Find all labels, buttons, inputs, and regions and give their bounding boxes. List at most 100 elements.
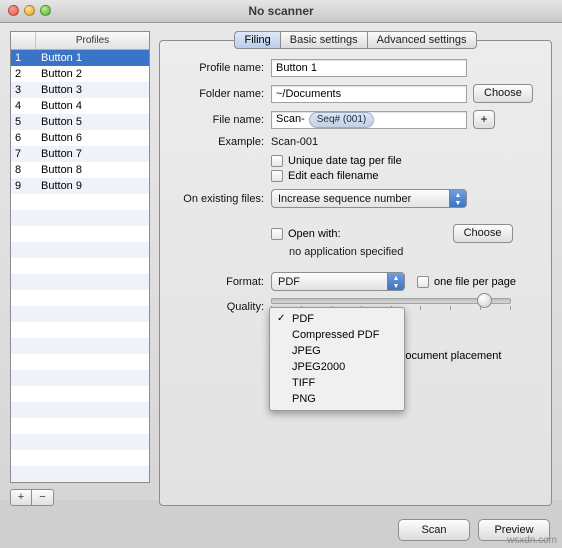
profile-name: Button 9	[41, 180, 82, 192]
profile-name-input[interactable]: Button 1	[271, 59, 467, 77]
remove-profile-button[interactable]: −	[32, 489, 54, 506]
menu-item-label: TIFF	[292, 377, 316, 389]
menu-item-png[interactable]: PNG	[270, 391, 404, 407]
tab-filing[interactable]: Filing	[234, 31, 280, 49]
menu-item-jpeg2000[interactable]: JPEG2000	[270, 359, 404, 375]
scan-button[interactable]: Scan	[398, 519, 470, 541]
open-with-checkbox[interactable]	[271, 227, 283, 240]
profiles-list[interactable]: Profiles 1 Button 1 2 Button 2 3 Button …	[10, 31, 150, 483]
scanner-window: No scanner Profiles 1 Button 1 2 Button …	[0, 0, 562, 546]
list-item[interactable]: 3 Button 3	[11, 82, 149, 98]
profile-name-row: Profile name: Button 1	[160, 59, 551, 77]
profile-name: Button 4	[41, 100, 82, 112]
one-file-per-page-checkbox[interactable]	[417, 275, 429, 288]
chevron-updown-icon: ▲ ▼	[449, 190, 466, 207]
profiles-list-buttons: + −	[10, 489, 150, 506]
list-item-empty	[11, 194, 149, 210]
list-item[interactable]: 7 Button 7	[11, 146, 149, 162]
check-icon: ✓	[277, 313, 286, 324]
list-item[interactable]: 9 Button 9	[11, 178, 149, 194]
list-item[interactable]: 1 Button 1	[11, 50, 149, 66]
profiles-list-header: Profiles	[11, 32, 149, 50]
tab-advanced-settings[interactable]: Advanced settings	[366, 31, 477, 49]
file-name-input[interactable]: Scan- Seq# (001)	[271, 110, 467, 129]
unique-date-tag-checkbox[interactable]	[271, 155, 283, 167]
list-item-empty	[11, 226, 149, 242]
add-profile-button[interactable]: +	[10, 489, 32, 506]
profiles-column: Profiles 1 Button 1 2 Button 2 3 Button …	[10, 31, 150, 506]
profile-number: 5	[15, 116, 22, 128]
tab-basic-settings[interactable]: Basic settings	[279, 31, 367, 49]
profiles-column-name: Profiles	[75, 35, 110, 46]
folder-name-label: Folder name:	[199, 87, 264, 100]
list-item-empty	[11, 242, 149, 258]
format-dropdown-menu[interactable]: ✓ PDF Compressed PDF JPEG JPEG2000 TIFF …	[269, 307, 405, 411]
profile-name: Button 3	[41, 84, 82, 96]
list-item-empty	[11, 354, 149, 370]
list-item[interactable]: 2 Button 2	[11, 66, 149, 82]
example-label: Example:	[218, 136, 264, 148]
open-with-choose-button[interactable]: Choose	[452, 224, 513, 243]
example-row: Example: Scan-001	[160, 136, 551, 148]
quality-slider-track	[271, 293, 511, 308]
profile-number: 7	[15, 148, 22, 160]
on-existing-files-select[interactable]: Increase sequence number ▲ ▼	[271, 189, 467, 208]
profile-name: Button 2	[41, 68, 82, 80]
list-item-empty	[11, 402, 149, 418]
sequence-token[interactable]: Seq# (001)	[308, 111, 375, 128]
close-button[interactable]	[8, 5, 19, 16]
list-item[interactable]: 8 Button 8	[11, 162, 149, 178]
list-item-empty	[11, 210, 149, 226]
quality-slider-knob[interactable]	[476, 293, 492, 308]
menu-item-compressed-pdf[interactable]: Compressed PDF	[270, 327, 404, 343]
settings-column: Filing Basic settings Advanced settings …	[159, 31, 552, 506]
menu-item-pdf[interactable]: ✓ PDF	[270, 311, 404, 327]
profiles-column-number	[11, 32, 36, 49]
profile-name: Button 1	[41, 52, 82, 64]
folder-choose-button[interactable]: Choose	[473, 84, 533, 103]
on-existing-files-row: On existing files: Increase sequence num…	[160, 189, 551, 208]
list-item-empty	[11, 338, 149, 354]
list-item-empty	[11, 434, 149, 450]
add-token-button[interactable]: +	[473, 110, 495, 129]
unique-date-tag-label: Unique date tag per file	[288, 155, 402, 167]
list-item-empty	[11, 258, 149, 274]
profile-name: Button 7	[41, 148, 82, 160]
list-item[interactable]: 4 Button 4	[11, 98, 149, 114]
menu-item-tiff[interactable]: TIFF	[270, 375, 404, 391]
unique-date-tag-row: Unique date tag per file	[160, 155, 551, 167]
file-name-text: Scan-	[276, 113, 305, 125]
watermark: wsxdn.com	[506, 535, 557, 546]
format-label: Format:	[226, 275, 264, 288]
list-item-empty	[11, 418, 149, 434]
list-item-empty	[11, 306, 149, 322]
one-file-per-page-label: one file per page	[434, 275, 516, 288]
folder-name-row: Folder name: ~/Documents Choose	[160, 84, 551, 103]
minimize-button[interactable]	[24, 5, 35, 16]
quality-label: Quality:	[226, 301, 264, 313]
window-content: Profiles 1 Button 1 2 Button 2 3 Button …	[0, 23, 562, 512]
profile-number: 8	[15, 164, 22, 176]
menu-item-jpeg[interactable]: JPEG	[270, 343, 404, 359]
on-existing-files-value: Increase sequence number	[278, 193, 412, 205]
menu-item-label: Compressed PDF	[292, 329, 380, 341]
folder-name-input[interactable]: ~/Documents	[271, 84, 467, 103]
profile-number: 9	[15, 180, 22, 192]
file-name-label: File name:	[212, 113, 264, 126]
list-item-empty	[11, 322, 149, 338]
filing-panel: Profile name: Button 1 Folder name: ~/Do…	[159, 40, 552, 506]
window-title: No scanner	[248, 4, 314, 18]
format-select[interactable]: PDF ▲ ▼	[271, 272, 405, 291]
zoom-button[interactable]	[40, 5, 51, 16]
open-with-row: Open with: Choose	[160, 224, 551, 243]
profile-name: Button 5	[41, 116, 82, 128]
file-name-row: File name: Scan- Seq# (001) +	[160, 110, 551, 129]
list-item-empty	[11, 274, 149, 290]
on-existing-files-label: On existing files:	[183, 192, 264, 205]
edit-each-filename-checkbox[interactable]	[271, 170, 283, 182]
list-item[interactable]: 6 Button 6	[11, 130, 149, 146]
menu-item-label: JPEG	[292, 345, 321, 357]
list-item-empty	[11, 466, 149, 482]
edit-each-filename-label: Edit each filename	[288, 170, 379, 182]
list-item[interactable]: 5 Button 5	[11, 114, 149, 130]
